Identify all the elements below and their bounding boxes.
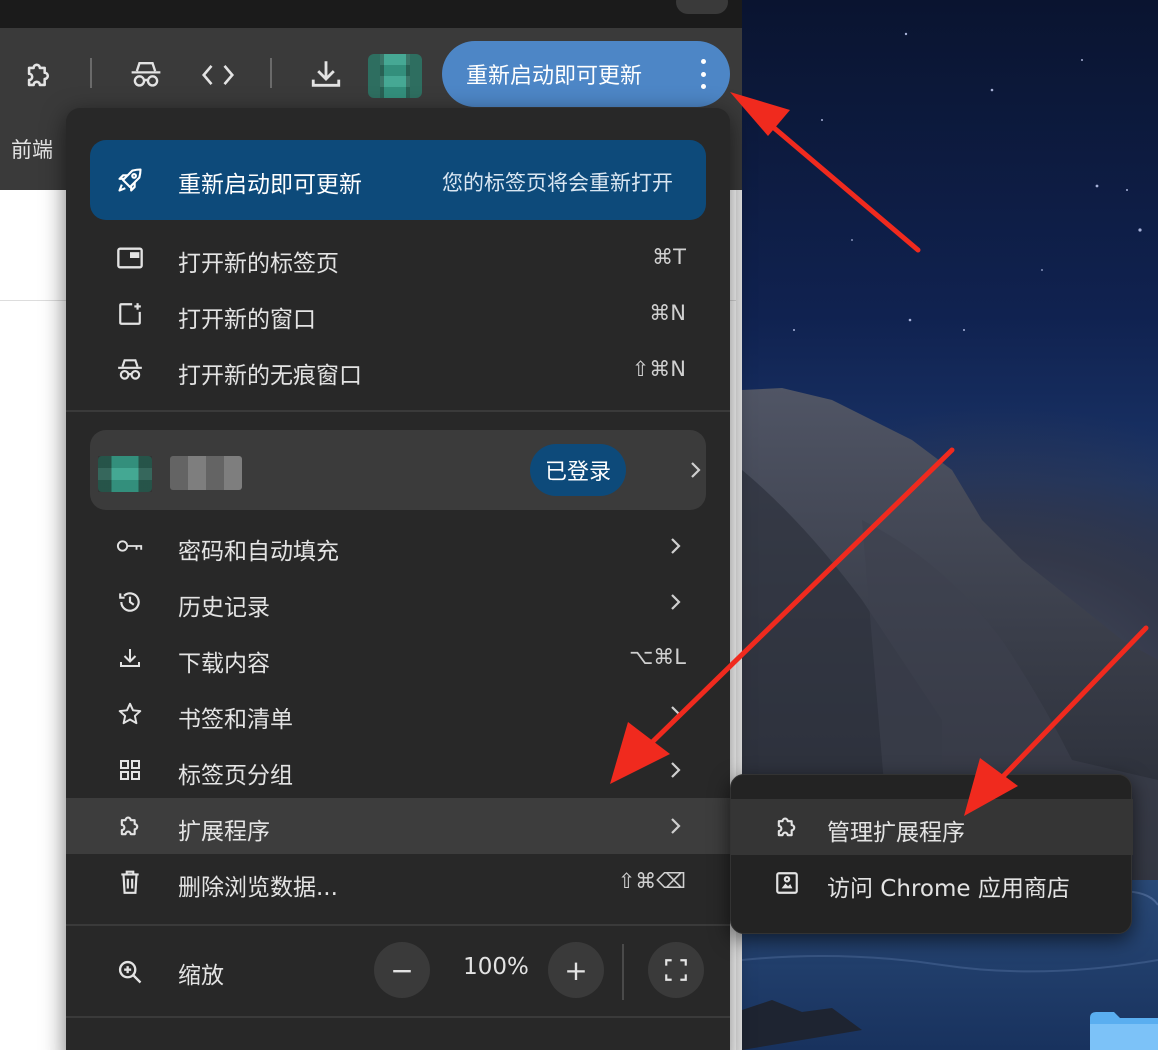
menu-item-extensions[interactable]: 扩展程序: [66, 798, 730, 854]
chevron-right-icon: [671, 818, 681, 834]
menu-item-label: 打开新的无痕窗口: [178, 363, 362, 389]
toolbar-separator: [90, 58, 92, 88]
menu-item-shortcut: ⌥⌘L: [629, 645, 686, 669]
menu-item-label: 打开新的窗口: [178, 307, 316, 333]
menu-item-label: 删除浏览数据...: [178, 875, 338, 901]
fullscreen-button[interactable]: [648, 942, 704, 998]
submenu-item-manage-extensions[interactable]: 管理扩展程序: [731, 799, 1133, 855]
zoom-separator: [622, 944, 624, 1000]
menu-item-label: 下载内容: [178, 651, 270, 677]
menu-item-label: 打开新的标签页: [178, 251, 339, 277]
profile-avatar: [98, 456, 152, 492]
new-window-icon: [116, 300, 144, 328]
menu-divider: [66, 410, 730, 412]
extension-icon: [773, 813, 801, 841]
zoom-level: 100%: [463, 954, 529, 980]
rocket-icon: [118, 168, 142, 192]
tab-strip: [0, 0, 742, 28]
zoom-out-button[interactable]: −: [374, 942, 430, 998]
menu-item-clear-data[interactable]: 删除浏览数据... ⇧⌘⌫: [66, 854, 730, 910]
submenu-item-label: 访问 Chrome 应用商店: [827, 876, 1070, 902]
web-store-icon: [773, 869, 801, 897]
chevron-right-icon: [691, 462, 701, 478]
menu-item-shortcut: ⇧⌘N: [631, 357, 686, 381]
zoom-icon: [118, 960, 142, 984]
relaunch-title: 重新启动即可更新: [178, 172, 362, 198]
profile-row[interactable]: 已登录: [90, 430, 706, 510]
star-icon: [116, 700, 144, 728]
toolbar-separator: [270, 58, 272, 88]
menu-item-new-incognito[interactable]: 打开新的无痕窗口 ⇧⌘N: [66, 342, 730, 398]
relaunch-subtitle: 您的标签页将会重新打开: [442, 171, 673, 195]
menu-item-new-window[interactable]: 打开新的窗口 ⌘N: [66, 286, 730, 342]
incognito-icon[interactable]: [124, 54, 168, 96]
menu-divider: [66, 924, 730, 926]
chevron-right-icon: [671, 706, 681, 722]
signed-in-badge: 已登录: [530, 444, 626, 496]
extension-icon[interactable]: [18, 54, 60, 96]
update-button-label: 重新启动即可更新: [466, 64, 643, 89]
new-tab-icon: [116, 244, 144, 272]
menu-item-label: 密码和自动填充: [178, 539, 339, 565]
more-vert-icon[interactable]: [700, 59, 706, 89]
key-icon: [116, 532, 144, 560]
download-icon: [116, 644, 144, 672]
menu-item-label: 历史记录: [178, 595, 270, 621]
submenu-item-label: 管理扩展程序: [827, 820, 965, 846]
history-icon: [116, 588, 144, 616]
fullscreen-icon: [665, 959, 687, 981]
menu-item-shortcut: ⇧⌘⌫: [617, 869, 686, 893]
code-icon[interactable]: [196, 54, 240, 96]
update-chrome-button[interactable]: 重新启动即可更新: [442, 41, 730, 107]
chevron-right-icon: [671, 594, 681, 610]
menu-item-new-tab[interactable]: 打开新的标签页 ⌘T: [66, 230, 730, 286]
relaunch-update-item[interactable]: 重新启动即可更新 您的标签页将会重新打开: [90, 140, 706, 220]
bookmark-folder-frontend[interactable]: 前端: [11, 134, 53, 164]
extension-icon: [116, 812, 144, 840]
grid-icon: [116, 756, 144, 784]
folder-icon[interactable]: [1090, 1010, 1158, 1050]
zoom-in-button[interactable]: +: [548, 942, 604, 998]
profile-avatar[interactable]: [368, 54, 422, 98]
zoom-row: 缩放 − 100% +: [66, 940, 730, 1004]
tab-strip-button[interactable]: [676, 0, 728, 14]
chevron-right-icon: [671, 538, 681, 554]
profile-name-blurred: [170, 456, 242, 490]
zoom-controls: − 100% +: [374, 940, 604, 1000]
chevron-right-icon: [671, 762, 681, 778]
incognito-icon: [116, 356, 144, 384]
menu-item-label: 书签和清单: [178, 707, 293, 733]
menu-item-label: 扩展程序: [178, 819, 270, 845]
menu-item-shortcut: ⌘N: [649, 301, 686, 325]
menu-item-bookmarks[interactable]: 书签和清单: [66, 686, 730, 742]
menu-item-tab-groups[interactable]: 标签页分组: [66, 742, 730, 798]
chrome-main-menu: 重新启动即可更新 您的标签页将会重新打开 打开新的标签页 ⌘T 打开新的窗口 ⌘…: [66, 108, 730, 1050]
menu-divider: [66, 1016, 730, 1018]
zoom-label: 缩放: [178, 963, 224, 989]
menu-item-label: 标签页分组: [178, 763, 293, 789]
trash-icon: [116, 868, 144, 896]
menu-item-downloads[interactable]: 下载内容 ⌥⌘L: [66, 630, 730, 686]
menu-item-passwords[interactable]: 密码和自动填充: [66, 518, 730, 574]
extensions-submenu: 管理扩展程序 访问 Chrome 应用商店: [730, 774, 1133, 934]
submenu-item-web-store[interactable]: 访问 Chrome 应用商店: [731, 855, 1133, 911]
menu-item-history[interactable]: 历史记录: [66, 574, 730, 630]
download-icon[interactable]: [304, 52, 348, 96]
menu-item-shortcut: ⌘T: [652, 245, 686, 269]
